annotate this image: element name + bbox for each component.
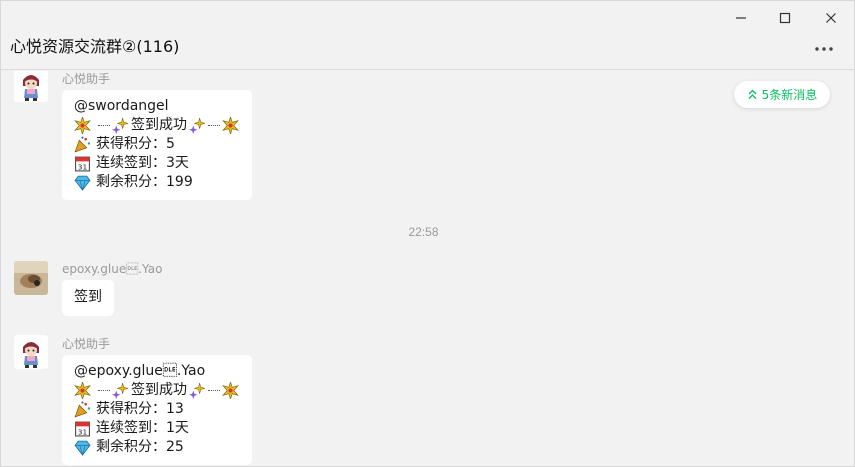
balance-line: 剩余积分： 25 <box>74 438 240 457</box>
points-value: 5 <box>166 136 175 152</box>
points-value: 13 <box>166 401 184 417</box>
firework-icon <box>222 382 239 399</box>
streak-value: 3天 <box>166 155 189 171</box>
points-label: 获得积分： <box>96 136 166 152</box>
dotted-separator <box>208 125 220 126</box>
sender-name: 心悦助手 <box>62 72 111 86</box>
message-bubble[interactable]: @swordangel 签到成功 获得积分： 5 31 连续签到： 3天 剩余积… <box>62 90 252 200</box>
gem-icon <box>74 175 91 191</box>
mention-line: @swordangel <box>74 97 240 116</box>
sparkle-icon <box>112 382 129 399</box>
dotted-separator <box>98 390 110 391</box>
sender-name: epoxy.glue.Yao <box>62 262 163 276</box>
calendar-icon: 31 <box>75 421 90 437</box>
avatar[interactable] <box>14 335 48 369</box>
party-popper-icon <box>74 136 91 153</box>
anime-girl-avatar-icon <box>14 71 48 102</box>
message-text-line: 签到 <box>74 288 102 307</box>
streak-label: 连续签到： <box>96 155 166 171</box>
svg-text:31: 31 <box>78 162 88 171</box>
photo-avatar-icon <box>14 261 48 295</box>
minimize-icon[interactable] <box>729 7 753 29</box>
headline-line: 签到成功 <box>74 116 240 135</box>
party-popper-icon <box>74 401 91 418</box>
mention: @epoxy.glue.Yao <box>74 363 206 379</box>
balance-value: 25 <box>166 439 184 455</box>
more-dots-icon[interactable] <box>812 41 836 57</box>
points-line: 获得积分： 13 <box>74 400 240 419</box>
points-label: 获得积分： <box>96 401 166 417</box>
calendar-icon: 31 <box>75 156 90 172</box>
sparkle-icon <box>112 117 129 134</box>
chat-header: 心悦资源交流群②(116) <box>1 1 854 70</box>
balance-line: 剩余积分： 199 <box>74 173 240 192</box>
mention-line: @epoxy.glue.Yao <box>74 362 240 381</box>
balance-label: 剩余积分： <box>96 439 166 455</box>
balance-label: 剩余积分： <box>96 174 166 190</box>
streak-line: 31 连续签到： 1天 <box>74 419 240 438</box>
svg-text:31: 31 <box>78 427 88 436</box>
dotted-separator <box>98 125 110 126</box>
chat-window: 心悦资源交流群②(116) 心悦助手 @swordangel 签到成功 获得积分… <box>0 0 855 467</box>
headline-text: 签到成功 <box>131 382 187 398</box>
message-bubble[interactable]: 签到 <box>62 280 114 316</box>
mention: @swordangel <box>74 98 169 114</box>
gem-icon <box>74 440 91 456</box>
double-chevron-up-icon <box>748 89 757 99</box>
points-line: 获得积分： 5 <box>74 135 240 154</box>
chat-title: 心悦资源交流群②(116) <box>10 37 180 56</box>
streak-line: 31 连续签到： 3天 <box>74 154 240 173</box>
firework-icon <box>222 117 239 134</box>
balance-value: 199 <box>166 174 193 190</box>
timestamp: 22:58 <box>408 225 439 239</box>
headline-text: 签到成功 <box>131 117 187 133</box>
anime-girl-avatar-icon <box>14 335 48 369</box>
maximize-icon[interactable] <box>773 7 797 29</box>
message-text: 签到 <box>74 289 102 305</box>
avatar[interactable] <box>14 261 48 295</box>
headline-line: 签到成功 <box>74 381 240 400</box>
close-icon[interactable] <box>819 7 843 29</box>
new-messages-button[interactable]: 5条新消息 <box>734 81 830 108</box>
firework-icon <box>74 117 91 134</box>
dotted-separator <box>208 390 220 391</box>
streak-value: 1天 <box>166 420 189 436</box>
sender-name: 心悦助手 <box>62 337 111 351</box>
sparkle-icon <box>189 117 206 134</box>
avatar[interactable] <box>14 71 48 102</box>
sparkle-icon <box>189 382 206 399</box>
new-messages-label: 5条新消息 <box>761 88 818 102</box>
message-list[interactable]: 心悦助手 @swordangel 签到成功 获得积分： 5 31 连续签到： 3… <box>1 71 854 466</box>
firework-icon <box>74 382 91 399</box>
streak-label: 连续签到： <box>96 420 166 436</box>
message-bubble[interactable]: @epoxy.glue.Yao 签到成功 获得积分： 13 31 连续签到： … <box>62 355 252 465</box>
